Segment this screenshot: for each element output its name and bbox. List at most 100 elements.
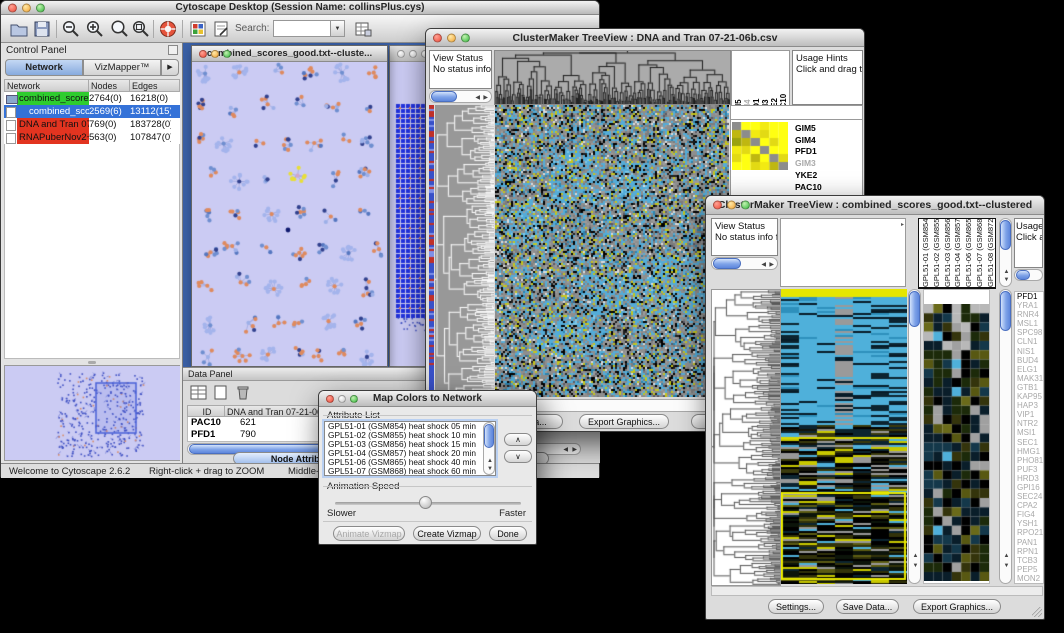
row-dendrogram-canvas[interactable] [435, 105, 494, 397]
gene-label[interactable]: GPI16 [1017, 483, 1043, 492]
export-graphics-button[interactable]: Export Graphics... [913, 599, 1001, 614]
view-status-scrollbar[interactable]: ◀ ▶ [429, 90, 492, 103]
scroll-left-icon[interactable]: ◀ [563, 447, 568, 453]
maximize-icon[interactable] [36, 3, 45, 12]
vizmapper-icon[interactable] [188, 19, 208, 44]
animate-vizmap-button[interactable]: Animate Vizmap [333, 526, 405, 541]
global-heatmap-canvas[interactable] [495, 105, 729, 397]
attribute-listbox[interactable]: GPL51-01 (GSM854) heat shock 05 minGPL51… [324, 421, 496, 476]
column-label[interactable]: GPL51-07 (GSM868) [975, 219, 986, 287]
column-dendrogram-canvas[interactable] [494, 50, 731, 105]
zoom-heatmap-canvas[interactable] [924, 304, 989, 581]
gene-label[interactable]: PHO81 [1017, 456, 1043, 465]
scroll-down-icon[interactable]: ▼ [1004, 563, 1010, 569]
treeview-dna-titlebar[interactable]: ClusterMaker TreeView : DNA and Tran 07-… [426, 29, 864, 47]
tab-network[interactable]: Network [5, 59, 83, 76]
zoom-matrix-canvas[interactable] [732, 122, 788, 170]
new-attribute-icon[interactable] [212, 385, 230, 406]
main-titlebar[interactable]: Cytoscape Desktop (Session Name: collins… [1, 1, 599, 15]
scroll-down-icon[interactable]: ▼ [1004, 277, 1010, 283]
gene-label[interactable]: SEC1 [1017, 438, 1043, 447]
scroll-right-icon[interactable]: ▶ [572, 447, 577, 453]
scrollbar-thumb[interactable] [431, 91, 457, 102]
save-icon[interactable] [32, 19, 52, 44]
search-input[interactable] [273, 20, 331, 37]
close-icon[interactable] [8, 3, 17, 12]
bottom-scroll-strip[interactable] [711, 586, 1043, 596]
minimize-icon[interactable] [22, 3, 31, 12]
network-frame-titlebar[interactable]: combined_scores_good.txt--cluste... [192, 46, 387, 62]
gene-label[interactable]: PFD1 [1017, 292, 1043, 301]
attribute-list-scrollbar[interactable]: ▲ ▼ [483, 422, 495, 475]
expand-icon[interactable]: ▸ [901, 221, 904, 228]
network-table-row[interactable]: DNA and Tran 07 769(0) 183728(0) [4, 118, 180, 131]
scroll-up-icon[interactable]: ▲ [913, 553, 919, 559]
move-down-button[interactable]: ∨ [504, 450, 532, 463]
col-header-network[interactable]: Network [4, 79, 89, 92]
scrollbar-thumb[interactable] [1000, 220, 1011, 250]
attribute-list-item[interactable]: GPL51-06 (GSM865) heat shock 40 min [325, 458, 495, 467]
gene-label[interactable]: KAP95 [1017, 392, 1043, 401]
network-table-row[interactable]: RNAPuberNov2+ 563(0) 107847(0) [4, 131, 180, 144]
scroll-up-icon[interactable]: ▲ [1004, 553, 1010, 559]
row-dendrogram-canvas[interactable] [711, 289, 781, 586]
attribute-list-item[interactable]: GPL51-04 (GSM857) heat shock 20 min [325, 449, 495, 458]
gene-label[interactable]: GIM5 [795, 123, 861, 135]
zoom-actual-icon[interactable] [109, 19, 129, 44]
minimize-icon[interactable] [409, 50, 417, 58]
gene-label[interactable]: SPC98 [1017, 328, 1043, 337]
maximize-icon[interactable] [741, 201, 750, 210]
create-vizmap-button[interactable]: Create Vizmap [413, 526, 481, 541]
scroll-up-icon[interactable]: ▲ [487, 458, 493, 464]
column-label[interactable]: GPL51-08 (GSM872) [986, 219, 996, 287]
network-table-row[interactable]: combined_sco 2569(6) 13112(15) [4, 105, 180, 118]
minimize-icon[interactable] [447, 33, 456, 42]
column-label[interactable]: GPL51-06 (GSM865) [964, 219, 975, 287]
view-status-scrollbar[interactable]: ◀ ▶ [711, 257, 778, 270]
gene-label[interactable]: MSI1 [1017, 428, 1043, 437]
column-label[interactable]: GPL51-03 (GSM856) [943, 219, 954, 287]
delete-attribute-icon[interactable] [234, 385, 252, 406]
minimize-icon[interactable] [727, 201, 736, 210]
attribute-list-item[interactable]: GPL51-07 (GSM868) heat shock 60 min [325, 467, 495, 476]
tab-overflow-icon[interactable]: ▶ [161, 59, 179, 76]
col-header-nodes[interactable]: Nodes [89, 79, 130, 92]
maximize-icon[interactable] [461, 33, 470, 42]
gene-label[interactable]: BUD4 [1017, 356, 1043, 365]
scrollbar-thumb[interactable] [713, 258, 741, 269]
speed-slider-thumb[interactable] [419, 496, 432, 509]
zoom-fit-icon[interactable] [131, 19, 151, 44]
close-icon[interactable] [199, 50, 207, 58]
split-handle[interactable] [88, 361, 96, 364]
column-dendrogram-area[interactable]: ▸ [780, 218, 906, 287]
gene-label[interactable]: PEP5 [1017, 565, 1043, 574]
gene-label[interactable]: SEC24 [1017, 492, 1043, 501]
attribute-list-item[interactable]: GPL51-03 (GSM856) heat shock 15 min [325, 440, 495, 449]
gene-label[interactable]: HAP3 [1017, 401, 1043, 410]
gene-label[interactable]: TCB3 [1017, 556, 1043, 565]
maximize-icon[interactable] [350, 395, 358, 403]
dialog-titlebar[interactable]: Map Colors to Network [319, 391, 536, 407]
scrollbar-thumb[interactable] [1016, 270, 1030, 280]
zoom-out-icon[interactable] [61, 19, 81, 44]
help-lifering-icon[interactable] [158, 19, 178, 44]
network-table-icon[interactable] [353, 19, 373, 44]
zoom-in-icon[interactable] [85, 19, 105, 44]
open-file-icon[interactable] [9, 19, 29, 44]
attribute-list-item[interactable]: GPL51-02 (GSM855) heat shock 10 min [325, 431, 495, 440]
network-tree-empty-area[interactable] [4, 144, 180, 359]
column-label[interactable]: GPL51-01 (GSM854) [921, 219, 932, 287]
move-up-button[interactable]: ∧ [504, 433, 532, 446]
gene-label[interactable]: NTR2 [1017, 419, 1043, 428]
settings-button[interactable]: Settings... [768, 599, 824, 614]
gene-label[interactable]: RNR4 [1017, 310, 1043, 319]
scroll-down-icon[interactable]: ▼ [487, 466, 493, 472]
col-header-edges[interactable]: Edges [130, 79, 180, 92]
gene-label[interactable]: NIS1 [1017, 347, 1043, 356]
close-icon[interactable] [397, 50, 405, 58]
network-view-frame[interactable]: combined_scores_good.txt--cluste... [191, 45, 388, 367]
global-vscrollbar[interactable]: ▲ ▼ [908, 289, 921, 584]
column-label[interactable]: GPL51-04 (GSM857) [953, 219, 964, 287]
gene-label[interactable]: CPA2 [1017, 501, 1043, 510]
close-icon[interactable] [326, 395, 334, 403]
